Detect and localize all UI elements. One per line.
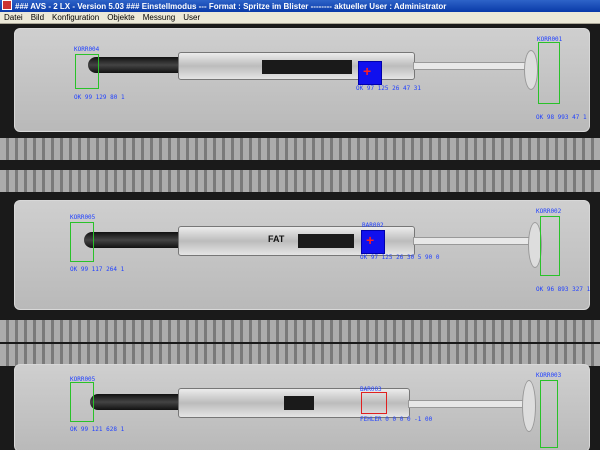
plunger-flange xyxy=(522,380,536,432)
roi-value-left: OK 99 121 628 1 xyxy=(70,426,125,433)
menu-bild[interactable]: Bild xyxy=(27,12,48,23)
mark-tag: BAR002 xyxy=(362,222,384,229)
roi-box-right[interactable] xyxy=(538,42,560,104)
window-title-bar: ### AVS - 2 LX - Version 5.03 ### Einste… xyxy=(0,0,600,12)
needle-cap xyxy=(88,57,180,73)
roi-box-right[interactable] xyxy=(540,380,558,448)
roi-box-left[interactable] xyxy=(75,54,99,89)
menu-bar: Datei Bild Konfiguration Objekte Messung User xyxy=(0,12,600,24)
camera-image-view[interactable]: KORR004 OK 99 129 80 1 + OK 97 125 26 47… xyxy=(0,24,600,450)
needle-cap xyxy=(90,394,180,410)
syringe-row-2: FAT KORR005 OK 99 117 264 1 BAR002 + OK … xyxy=(0,196,600,314)
blister-perforation xyxy=(0,170,600,192)
mark-value: OK 97 125 26 47 31 xyxy=(356,85,422,92)
syringe-label xyxy=(262,60,352,74)
plunger-rod xyxy=(408,400,530,408)
syringe-label xyxy=(284,396,314,410)
roi-tag-right: KORR002 xyxy=(536,208,562,215)
plunger-flange xyxy=(524,50,538,90)
menu-objekte[interactable]: Objekte xyxy=(103,12,139,23)
syringe-print: FAT xyxy=(268,234,285,244)
syringe-label xyxy=(298,234,354,248)
crosshair-icon: + xyxy=(363,63,372,79)
window-title: ### AVS - 2 LX - Version 5.03 ### Einste… xyxy=(15,2,447,11)
roi-value-left: OK 99 129 80 1 xyxy=(74,94,125,101)
roi-box-left[interactable] xyxy=(70,382,94,422)
roi-tag-left: KORR004 xyxy=(74,46,100,53)
roi-value-right: OK 96 893 327 1 xyxy=(536,286,591,293)
roi-box-right[interactable] xyxy=(540,216,560,276)
mark-value: OK 97 125 26 30 5 90 0 xyxy=(360,254,440,261)
blister-pocket xyxy=(14,28,590,132)
roi-box-left[interactable] xyxy=(70,222,94,262)
syringe-row-1: KORR004 OK 99 129 80 1 + OK 97 125 26 47… xyxy=(0,24,600,134)
blister-perforation xyxy=(0,138,600,160)
plunger-rod xyxy=(413,62,530,70)
roi-value-right: OK 98 993 47 1 xyxy=(536,114,587,121)
needle-cap xyxy=(84,232,180,248)
menu-konfiguration[interactable]: Konfiguration xyxy=(48,12,103,23)
blister-perforation xyxy=(0,320,600,342)
roi-tag-right: KORR003 xyxy=(536,372,562,379)
menu-user[interactable]: User xyxy=(179,12,204,23)
menu-messung[interactable]: Messung xyxy=(139,12,179,23)
app-icon[interactable] xyxy=(2,0,12,10)
roi-tag-left: KORR005 xyxy=(70,214,96,221)
plunger-rod xyxy=(413,237,535,245)
syringe-row-3: KORR005 OK 99 121 628 1 BAR003 FEHLER 0 … xyxy=(0,360,600,450)
mark-value: FEHLER 0 0 0 0 -1 00 xyxy=(360,416,433,423)
menu-datei[interactable]: Datei xyxy=(0,12,27,23)
mark-error-box[interactable] xyxy=(361,392,387,414)
crosshair-icon: + xyxy=(366,232,375,248)
roi-value-left: OK 99 117 264 1 xyxy=(70,266,125,273)
